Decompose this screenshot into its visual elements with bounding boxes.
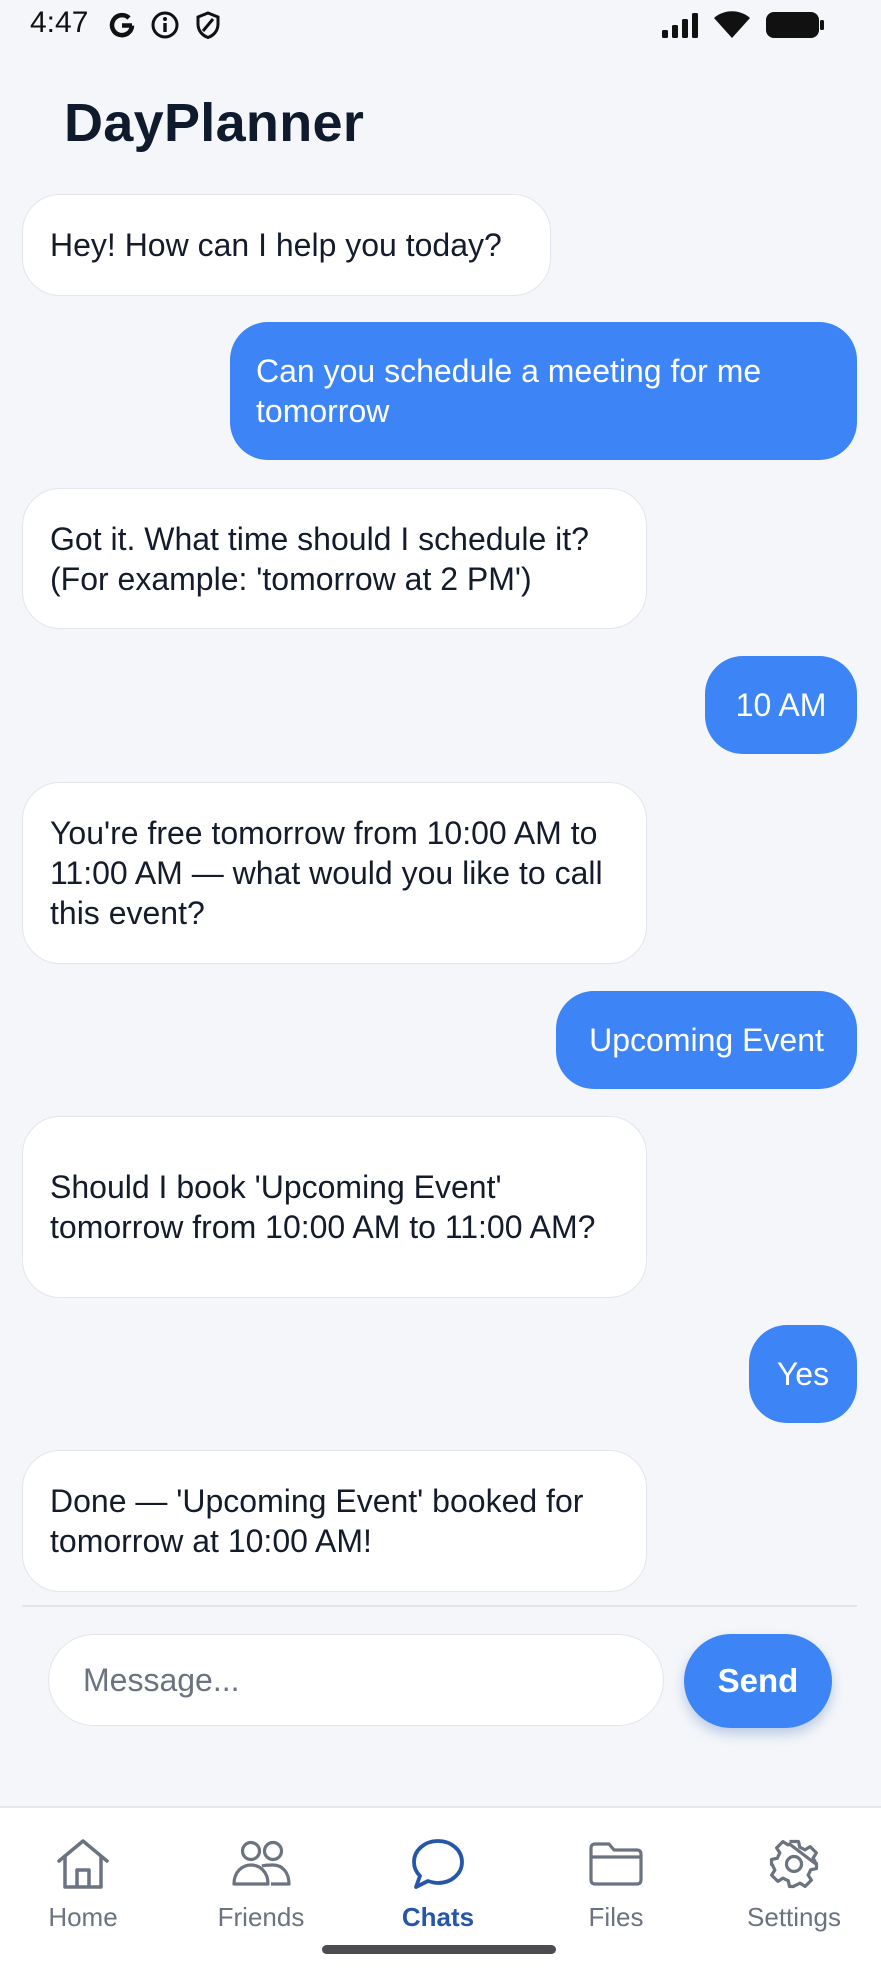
status-bar: 4:47 — [0, 0, 881, 52]
bot-message: Done — 'Upcoming Event' booked for tomor… — [22, 1450, 647, 1592]
nav-label: Chats — [401, 1902, 475, 1932]
bot-message: Should I book 'Upcoming Event' tomorrow … — [22, 1116, 647, 1298]
nav-label: Settings — [747, 1902, 841, 1932]
bot-message: Got it. What time should I schedule it? … — [22, 488, 647, 629]
nav-item-chats[interactable]: Chats — [358, 1836, 518, 1933]
nav-item-settings[interactable]: Settings — [714, 1836, 874, 1933]
home-icon — [57, 1839, 109, 1889]
status-right-icons — [661, 10, 825, 40]
info-icon — [151, 11, 179, 39]
user-message: Yes — [749, 1325, 857, 1423]
chat-bubble-icon — [412, 1839, 464, 1889]
status-time: 4:47 — [30, 6, 89, 39]
nav-label: Friends — [217, 1902, 305, 1932]
home-indicator — [322, 1945, 556, 1954]
signal-icon — [662, 13, 698, 38]
composer-divider — [22, 1605, 857, 1607]
nav-label: Files — [588, 1902, 644, 1932]
user-message: 10 AM — [705, 656, 857, 754]
gear-icon — [769, 1839, 819, 1889]
app-title: DayPlanner — [64, 93, 365, 153]
user-message: Can you schedule a meeting for me tomorr… — [230, 322, 857, 460]
battery-icon — [766, 12, 824, 38]
nav-item-home[interactable]: Home — [3, 1836, 163, 1933]
nav-item-friends[interactable]: Friends — [181, 1836, 341, 1933]
folder-icon — [589, 1842, 643, 1886]
nav-item-files[interactable]: Files — [536, 1836, 696, 1933]
nav-label: Home — [48, 1902, 118, 1932]
message-input[interactable] — [48, 1634, 664, 1726]
send-button[interactable]: Send — [684, 1634, 832, 1728]
status-left-icons — [108, 10, 222, 40]
google-icon — [109, 12, 135, 38]
bot-message: Hey! How can I help you today? — [22, 194, 551, 296]
shield-icon — [196, 11, 220, 40]
bot-message: You're free tomorrow from 10:00 AM to 11… — [22, 782, 647, 964]
friends-icon — [232, 1840, 291, 1886]
wifi-icon — [714, 11, 750, 38]
user-message: Upcoming Event — [556, 991, 857, 1089]
